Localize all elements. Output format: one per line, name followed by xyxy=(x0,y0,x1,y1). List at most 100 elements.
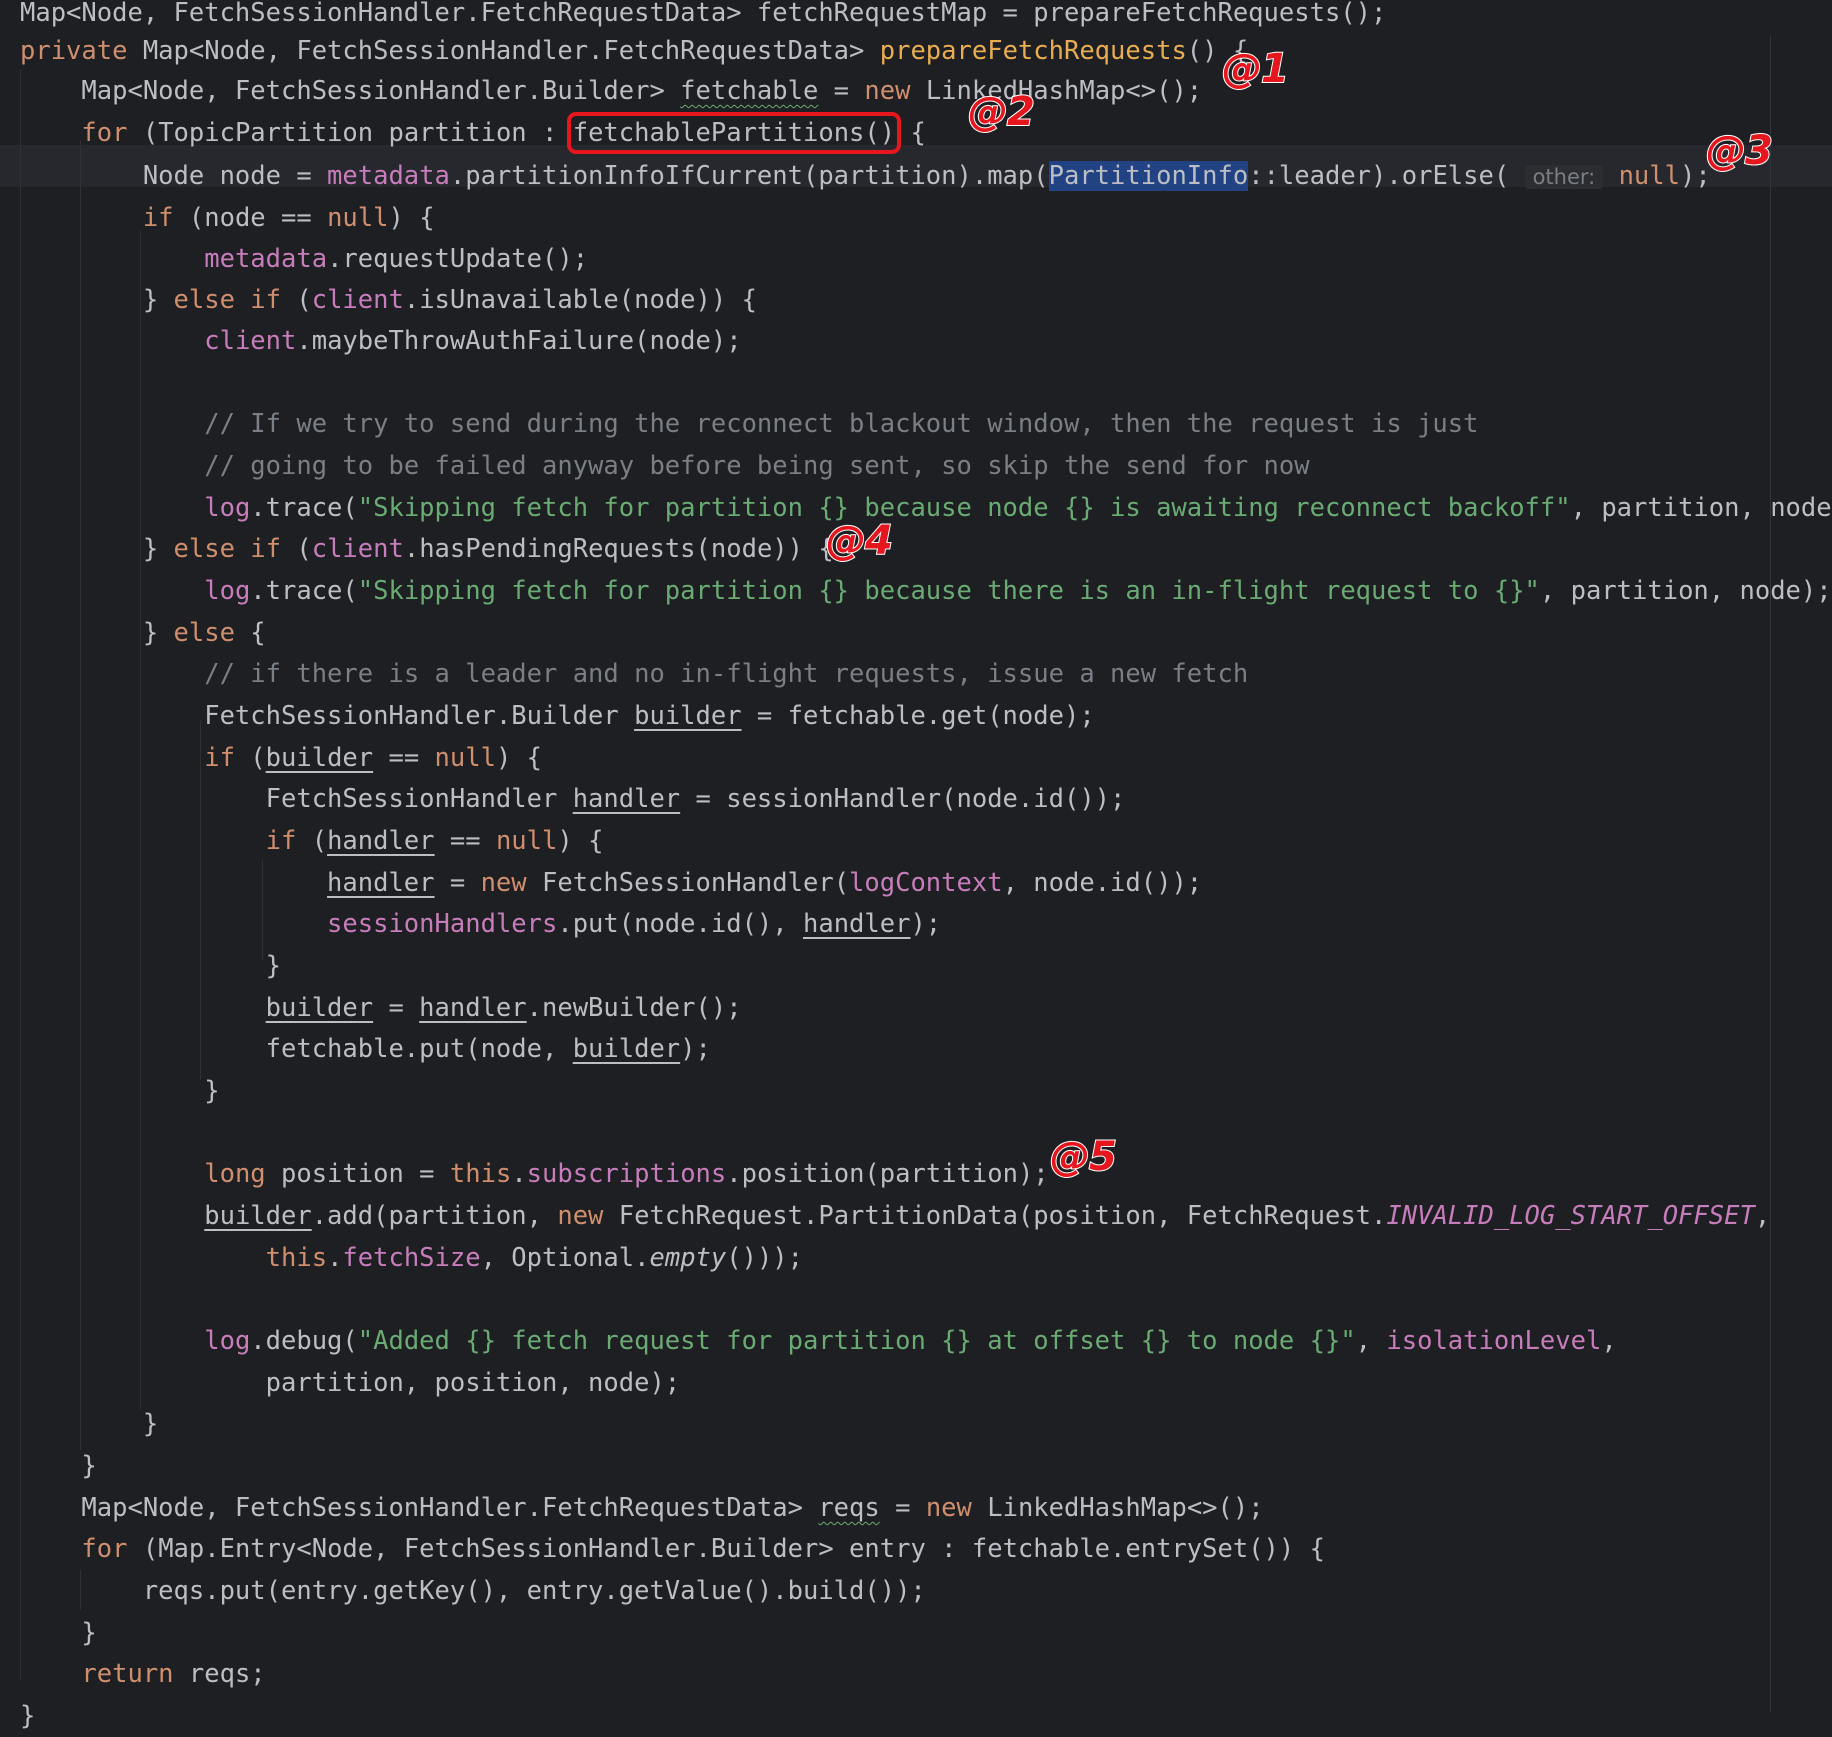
code-line[interactable]: } else if (client.hasPendingRequests(nod… xyxy=(20,528,834,570)
code-token: , Optional. xyxy=(480,1243,650,1273)
code-token: ) { xyxy=(495,743,543,773)
code-line[interactable]: if (handler == null) { xyxy=(20,820,604,862)
code-line[interactable]: } xyxy=(20,1070,220,1112)
code-line[interactable]: metadata.requestUpdate(); xyxy=(20,238,588,280)
code-token: (TopicPartition partition : xyxy=(142,118,573,148)
code-editor[interactable]: Map<Node, FetchSessionHandler.FetchReque… xyxy=(0,0,1832,1731)
code-token: FetchSessionHandler xyxy=(20,784,573,814)
annotation-label-3: @3 xyxy=(1705,127,1774,175)
code-token: } xyxy=(20,951,281,981)
code-line[interactable]: builder.add(partition, new FetchRequest.… xyxy=(20,1195,1770,1237)
code-token: position = xyxy=(281,1159,450,1189)
reassigned-variable: handler xyxy=(419,993,527,1023)
annotation-label-4: @4 xyxy=(825,517,894,565)
code-line[interactable]: Node node = metadata.partitionInfoIfCurr… xyxy=(20,155,1711,197)
code-line[interactable]: FetchSessionHandler handler = sessionHan… xyxy=(20,778,1126,820)
code-comment: // going to be failed anyway before bein… xyxy=(204,451,1310,481)
code-token: } xyxy=(20,1701,36,1731)
code-line[interactable]: long position = this.subscriptions.posit… xyxy=(20,1153,1048,1195)
annotation-label-1: @1 xyxy=(1221,45,1290,93)
code-token: .add(partition, xyxy=(311,1201,558,1231)
code-token: { xyxy=(250,618,266,648)
keyword-token: else xyxy=(173,618,251,648)
code-token: , partition, node); xyxy=(1570,493,1832,523)
keyword-token: null xyxy=(1618,161,1680,191)
code-line[interactable]: private Map<Node, FetchSessionHandler.Fe… xyxy=(20,30,1248,72)
code-token: } xyxy=(20,1409,159,1439)
code-line[interactable]: return reqs; xyxy=(20,1653,265,1695)
code-token: } xyxy=(20,618,174,648)
keyword-token: else if xyxy=(173,534,297,564)
code-token: .newBuilder(); xyxy=(526,993,742,1023)
code-line[interactable]: log.debug("Added {} fetch request for pa… xyxy=(20,1320,1617,1362)
parameter-hint: other: xyxy=(1524,165,1604,189)
code-line[interactable]: client.maybeThrowAuthFailure(node); xyxy=(20,320,741,362)
code-line[interactable]: } xyxy=(20,945,281,987)
code-line[interactable]: } xyxy=(20,1695,35,1737)
keyword-token: return xyxy=(81,1659,189,1689)
keyword-token: new xyxy=(925,1493,988,1523)
code-token: ())); xyxy=(726,1243,804,1273)
code-line[interactable]: builder = handler.newBuilder(); xyxy=(20,987,742,1029)
code-token: ) { xyxy=(557,826,604,856)
code-token: = xyxy=(879,1493,926,1523)
code-line[interactable]: FetchSessionHandler.Builder builder = fe… xyxy=(20,695,1094,737)
code-token: } xyxy=(20,534,174,564)
code-line[interactable]: } else { xyxy=(20,612,266,654)
field-token: client xyxy=(311,285,404,315)
code-line[interactable]: } xyxy=(20,1403,158,1445)
code-token: , xyxy=(1601,1326,1617,1356)
constant-token: INVALID_LOG_START_OFFSET xyxy=(1386,1201,1755,1231)
code-token: .put(node.id(), xyxy=(557,909,803,939)
reassigned-variable: builder xyxy=(204,1201,312,1231)
code-token: , xyxy=(1754,1201,1771,1231)
code-line[interactable]: } xyxy=(20,1445,96,1487)
code-line[interactable]: } else if (client.isUnavailable(node)) { xyxy=(20,279,757,321)
code-line[interactable]: for (TopicPartition partition : fetchabl… xyxy=(20,112,926,154)
code-token: } xyxy=(20,1076,220,1106)
code-line[interactable]: handler = new FetchSessionHandler(logCon… xyxy=(20,862,1202,904)
code-token: == xyxy=(434,826,496,856)
code-token: ( xyxy=(250,743,266,773)
code-token: ( xyxy=(311,826,328,856)
code-line[interactable]: log.trace("Skipping fetch for partition … xyxy=(20,570,1832,612)
keyword-token: if xyxy=(204,743,251,773)
code-line[interactable]: // if there is a leader and no in-flight… xyxy=(20,653,1248,695)
field-token: metadata xyxy=(204,244,328,274)
code-line[interactable]: reqs.put(entry.getKey(), entry.getValue(… xyxy=(20,1570,926,1612)
code-line[interactable]: fetchable.put(node, builder); xyxy=(20,1028,711,1070)
code-token: FetchSessionHandler.Builder xyxy=(20,701,635,731)
code-line[interactable]: sessionHandlers.put(node.id(), handler); xyxy=(20,903,941,945)
code-line[interactable]: if (builder == null) { xyxy=(20,737,542,779)
code-token: .requestUpdate(); xyxy=(327,244,589,274)
code-token: = xyxy=(373,993,420,1023)
code-token: . xyxy=(511,1159,527,1189)
keyword-token: this xyxy=(265,1243,328,1273)
variable-token: fetchable xyxy=(680,76,819,106)
code-line[interactable]: log.trace("Skipping fetch for partition … xyxy=(20,487,1832,529)
code-line[interactable]: this.fetchSize, Optional.empty())); xyxy=(20,1237,803,1279)
reassigned-variable: builder xyxy=(634,701,742,731)
field-token: fetchSize xyxy=(342,1243,481,1273)
code-line[interactable]: Map<Node, FetchSessionHandler.FetchReque… xyxy=(20,0,1386,34)
reassigned-variable: builder xyxy=(265,743,374,773)
code-line[interactable]: } xyxy=(20,1612,96,1654)
code-line[interactable]: Map<Node, FetchSessionHandler.FetchReque… xyxy=(20,1487,1263,1529)
code-line[interactable]: // going to be failed anyway before bein… xyxy=(20,445,1310,487)
code-line[interactable]: partition, position, node); xyxy=(20,1362,681,1404)
code-token: Map<Node, FetchSessionHandler.FetchReque… xyxy=(142,36,880,66)
code-token: , partition, node); xyxy=(1539,576,1832,606)
code-line[interactable]: // If we try to send during the reconnec… xyxy=(20,403,1478,445)
code-line[interactable]: for (Map.Entry<Node, FetchSessionHandler… xyxy=(20,1528,1325,1570)
code-line[interactable]: if (node == null) { xyxy=(20,197,435,239)
code-token: Map<Node, FetchSessionHandler.Builder> xyxy=(20,76,681,106)
keyword-token: if xyxy=(142,203,189,233)
